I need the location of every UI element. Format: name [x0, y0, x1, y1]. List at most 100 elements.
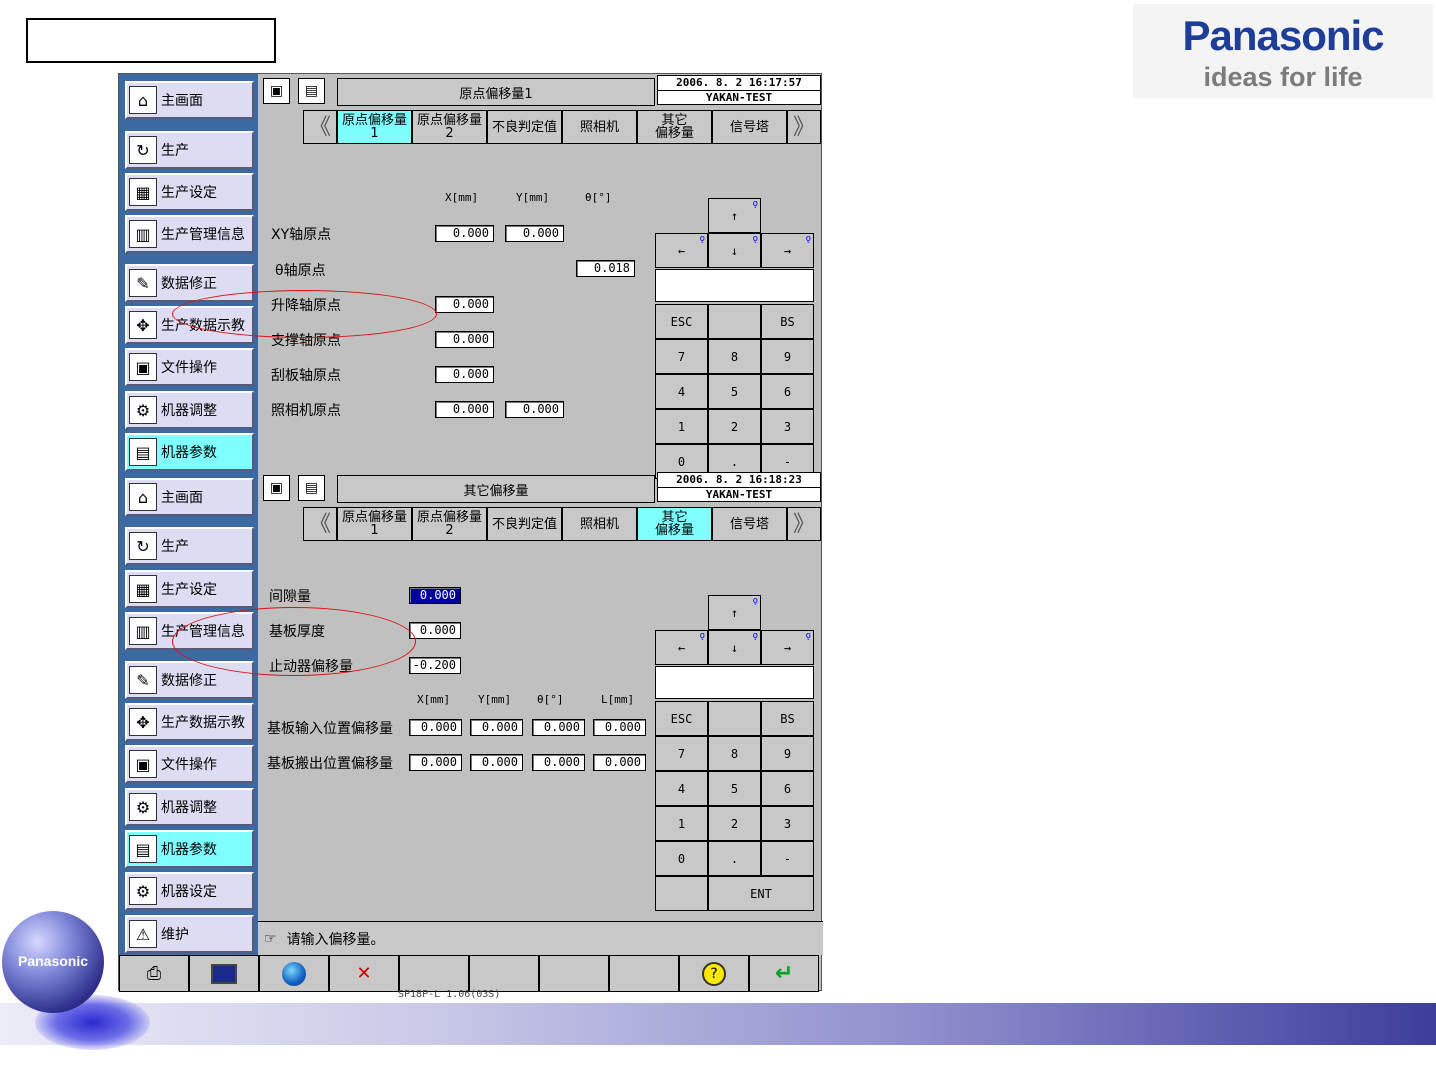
- key-6[interactable]: 6: [761, 771, 814, 806]
- sidebar-button-floppy[interactable]: ▣ 文件操作: [125, 745, 254, 783]
- backspace-key[interactable]: BS: [761, 304, 814, 339]
- key-2[interactable]: 2: [708, 409, 761, 444]
- key-9[interactable]: 9: [761, 736, 814, 771]
- sidebar-button-teach[interactable]: ✥ 生产数据示教: [125, 703, 254, 741]
- board-input-offset-y-field[interactable]: 0.000: [470, 719, 523, 736]
- esc-key[interactable]: ESC: [655, 701, 708, 736]
- board-thickness-field[interactable]: 0.000: [409, 622, 461, 639]
- status-icon[interactable]: ▣: [263, 78, 290, 104]
- arrow-left-key[interactable]: ← ǫ: [655, 233, 708, 268]
- esc-key[interactable]: ESC: [655, 304, 708, 339]
- sidebar-button-home[interactable]: ⌂ 主画面: [125, 81, 254, 119]
- key-8[interactable]: 8: [708, 736, 761, 771]
- tab-4[interactable]: 照相机: [562, 110, 637, 144]
- tab-3[interactable]: 不良判定值: [487, 507, 562, 541]
- board-output-offset-x-field[interactable]: 0.000: [409, 754, 462, 771]
- arrow-down-key[interactable]: ↓ ǫ: [708, 630, 761, 665]
- board-input-offset-x-field[interactable]: 0.000: [409, 719, 462, 736]
- stopper-offset-field[interactable]: -0.200: [409, 657, 461, 674]
- arrow-up-key[interactable]: ↑ ǫ: [708, 198, 761, 233]
- key-1[interactable]: 1: [655, 806, 708, 841]
- key-5[interactable]: 5: [708, 771, 761, 806]
- board-output-offset-theta-field[interactable]: 0.000: [532, 754, 585, 771]
- tab-6[interactable]: 信号塔: [712, 507, 787, 541]
- board-output-offset-y-field[interactable]: 0.000: [470, 754, 523, 771]
- key-2[interactable]: 2: [708, 806, 761, 841]
- board-input-offset-theta-field[interactable]: 0.000: [532, 719, 585, 736]
- key-9[interactable]: 9: [761, 339, 814, 374]
- support-axis-origin-field[interactable]: 0.000: [435, 331, 494, 348]
- sidebar-button-adjust[interactable]: ⚙ 机器设定: [125, 872, 254, 910]
- tab-4[interactable]: 照相机: [562, 507, 637, 541]
- key-7[interactable]: 7: [655, 339, 708, 374]
- tools-button[interactable]: ✕: [329, 955, 399, 992]
- sidebar-button-param[interactable]: ▤ 机器参数: [125, 830, 254, 868]
- key-1[interactable]: 1: [655, 409, 708, 444]
- screen-button[interactable]: [189, 955, 259, 992]
- sidebar-button-maintenance[interactable]: ⚠ 维护: [125, 915, 254, 953]
- help-button[interactable]: ?: [679, 955, 749, 992]
- empty-button-3[interactable]: [539, 955, 609, 992]
- board-input-offset-l-field[interactable]: 0.000: [593, 719, 646, 736]
- tab-6[interactable]: 信号塔: [712, 110, 787, 144]
- blank-key[interactable]: [655, 876, 708, 911]
- sidebar-button-adjust[interactable]: ⚙ 机器调整: [125, 788, 254, 826]
- tab-2[interactable]: 原点偏移量 2: [412, 507, 487, 541]
- arrow-up-key[interactable]: ↑ ǫ: [708, 595, 761, 630]
- tab-3[interactable]: 不良判定值: [487, 110, 562, 144]
- camera-origin-y-field[interactable]: 0.000: [505, 401, 564, 418]
- sidebar-button-param[interactable]: ▤ 机器参数: [125, 433, 254, 471]
- sidebar-button-home[interactable]: ⌂ 主画面: [125, 478, 254, 516]
- gap-field[interactable]: 0.000: [409, 587, 461, 604]
- theta-origin-field[interactable]: 0.018: [576, 260, 635, 277]
- key-minus[interactable]: -: [761, 841, 814, 876]
- arrow-left-key[interactable]: ← ǫ: [655, 630, 708, 665]
- document-icon[interactable]: ▤: [298, 78, 325, 104]
- arrow-right-key[interactable]: → ǫ: [761, 233, 814, 268]
- enter-key[interactable]: ENT: [708, 876, 814, 911]
- xy-origin-x-field[interactable]: 0.000: [435, 225, 494, 242]
- sidebar-button-adjust[interactable]: ⚙ 机器调整: [125, 391, 254, 429]
- sidebar-button-cycle[interactable]: ↻ 生产: [125, 527, 254, 565]
- status-icon[interactable]: ▣: [263, 475, 290, 501]
- empty-button-2[interactable]: [469, 955, 539, 992]
- language-button[interactable]: [259, 955, 329, 992]
- xy-origin-y-field[interactable]: 0.000: [505, 225, 564, 242]
- tab-1[interactable]: 原点偏移量 1: [337, 110, 412, 144]
- tab-scroll-right-button[interactable]: 》: [787, 507, 821, 541]
- tab-1[interactable]: 原点偏移量 1: [337, 507, 412, 541]
- sidebar-button-settings-board[interactable]: ▦ 生产设定: [125, 173, 254, 211]
- key-5[interactable]: 5: [708, 374, 761, 409]
- blank-key[interactable]: [708, 304, 761, 339]
- arrow-down-key[interactable]: ↓ ǫ: [708, 233, 761, 268]
- tab-scroll-left-button[interactable]: 《: [303, 507, 337, 541]
- lift-axis-origin-field[interactable]: 0.000: [435, 296, 494, 313]
- key-4[interactable]: 4: [655, 374, 708, 409]
- blank-key[interactable]: [708, 701, 761, 736]
- tab-5[interactable]: 其它 偏移量: [637, 110, 712, 144]
- arrow-right-key[interactable]: → ǫ: [761, 630, 814, 665]
- empty-button-4[interactable]: [609, 955, 679, 992]
- tab-scroll-left-button[interactable]: 《: [303, 110, 337, 144]
- camera-origin-x-field[interactable]: 0.000: [435, 401, 494, 418]
- board-output-offset-l-field[interactable]: 0.000: [593, 754, 646, 771]
- tab-5[interactable]: 其它 偏移量: [637, 507, 712, 541]
- tab-scroll-right-button[interactable]: 》: [787, 110, 821, 144]
- key-dot[interactable]: .: [708, 841, 761, 876]
- key-6[interactable]: 6: [761, 374, 814, 409]
- sidebar-button-floppy[interactable]: ▣ 文件操作: [125, 348, 254, 386]
- key-3[interactable]: 3: [761, 806, 814, 841]
- backspace-key[interactable]: BS: [761, 701, 814, 736]
- key-7[interactable]: 7: [655, 736, 708, 771]
- key-3[interactable]: 3: [761, 409, 814, 444]
- tab-2[interactable]: 原点偏移量 2: [412, 110, 487, 144]
- key-8[interactable]: 8: [708, 339, 761, 374]
- squeegee-axis-origin-field[interactable]: 0.000: [435, 366, 494, 383]
- key-4[interactable]: 4: [655, 771, 708, 806]
- key-0[interactable]: 0: [655, 841, 708, 876]
- sidebar-button-settings-board[interactable]: ▦ 生产设定: [125, 570, 254, 608]
- sidebar-button-chart-doc[interactable]: ▥ 生产管理信息: [125, 215, 254, 253]
- empty-button-1[interactable]: [399, 955, 469, 992]
- document-icon[interactable]: ▤: [298, 475, 325, 501]
- back-button[interactable]: ↵: [749, 955, 819, 992]
